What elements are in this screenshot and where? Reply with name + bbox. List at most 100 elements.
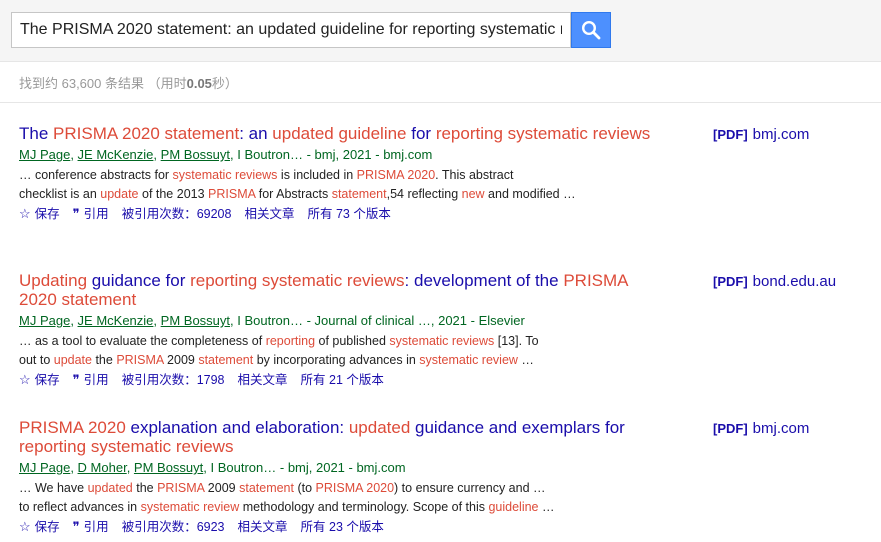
author-link[interactable]: JE McKenzie bbox=[78, 313, 154, 328]
author-link[interactable]: PM Bossuyt bbox=[161, 147, 230, 162]
snippet-text: and modified … bbox=[484, 187, 576, 201]
title-highlight: PRISMA bbox=[563, 271, 628, 290]
snippet-line: … We have updated the PRISMA 2009 statem… bbox=[19, 479, 619, 498]
search-header bbox=[0, 0, 881, 62]
snippet-text: ,54 reflecting bbox=[386, 187, 462, 201]
all-versions-link[interactable]: 所有 73 个版本 bbox=[307, 205, 390, 223]
author-link[interactable]: MJ Page bbox=[19, 313, 70, 328]
author-link[interactable]: MJ Page bbox=[19, 460, 70, 475]
search-result: The PRISMA 2020 statement: an updated gu… bbox=[19, 124, 869, 223]
author-link[interactable]: PM Bossuyt bbox=[134, 460, 203, 475]
cite-button[interactable]: ❞ 引用 bbox=[73, 518, 109, 536]
snippet-text: [13]. To bbox=[494, 334, 539, 348]
related-articles-link[interactable]: 相关文章 bbox=[244, 205, 294, 223]
snippet-text: out to bbox=[19, 353, 54, 367]
title-highlight: reporting systematic reviews bbox=[19, 437, 234, 456]
snippet-highlight: systematic review bbox=[140, 500, 240, 514]
publication-info: , I Boutron… - Journal of clinical …, 20… bbox=[230, 313, 525, 328]
snippet-text: . This abstract bbox=[435, 168, 514, 182]
title-text: guidance and exemplars for bbox=[410, 418, 625, 437]
author-link[interactable]: MJ Page bbox=[19, 147, 70, 162]
snippet-highlight: update bbox=[53, 353, 92, 367]
save-label: 保存 bbox=[34, 207, 60, 221]
snippet-highlight: updated bbox=[87, 481, 133, 495]
pdf-tag: [PDF] bbox=[713, 421, 748, 436]
search-input[interactable] bbox=[12, 13, 570, 47]
cite-button[interactable]: ❞ 引用 bbox=[73, 371, 109, 389]
search-box[interactable] bbox=[11, 12, 571, 48]
title-text: guidance for bbox=[87, 271, 191, 290]
save-button[interactable]: ☆ 保存 bbox=[19, 371, 60, 389]
cite-label: 引用 bbox=[83, 207, 109, 221]
cited-by-link[interactable]: 被引用次数：1798 bbox=[122, 371, 225, 389]
quote-icon: ❞ bbox=[72, 519, 80, 534]
result-actions: ☆ 保存 ❞ 引用 被引用次数：69208 相关文章 所有 73 个版本 bbox=[19, 205, 869, 223]
snippet-line: … conference abstracts for systematic re… bbox=[19, 166, 619, 185]
snippet-text: (to bbox=[293, 481, 316, 495]
snippet-highlight: PRISMA bbox=[208, 187, 256, 201]
title-highlight: updated bbox=[348, 418, 411, 437]
snippet-highlight: new bbox=[461, 187, 485, 201]
snippet-text: ) to ensure currency and … bbox=[394, 481, 546, 495]
snippet-text: methodology and terminology. Scope of th… bbox=[239, 500, 489, 514]
pdf-link[interactable]: [PDF] bmj.com bbox=[713, 420, 809, 437]
result-title-link[interactable]: The PRISMA 2020 statement: an updated gu… bbox=[19, 124, 659, 143]
divider bbox=[0, 102, 881, 103]
title-text: : development of the bbox=[404, 271, 564, 290]
title-text: explanation and elaboration: bbox=[125, 418, 349, 437]
save-button[interactable]: ☆ 保存 bbox=[19, 205, 60, 223]
snippet-highlight: statement bbox=[239, 481, 294, 495]
snippet-highlight: systematic review bbox=[419, 353, 518, 367]
all-versions-link[interactable]: 所有 21 个版本 bbox=[301, 371, 384, 389]
pdf-source: bond.edu.au bbox=[752, 273, 837, 290]
result-title-link[interactable]: PRISMA 2020 explanation and elaboration:… bbox=[19, 418, 659, 456]
cited-by-link[interactable]: 被引用次数：69208 bbox=[122, 205, 232, 223]
snippet-text: the bbox=[132, 481, 158, 495]
search-icon bbox=[581, 20, 601, 40]
pdf-tag: [PDF] bbox=[713, 274, 748, 289]
star-outline-icon: ☆ bbox=[19, 372, 31, 387]
snippet-text: checklist is an bbox=[19, 187, 101, 201]
snippet-highlight: statement bbox=[198, 353, 254, 367]
search-button[interactable] bbox=[571, 12, 611, 48]
snippet-text: for Abstracts bbox=[255, 187, 332, 201]
snippet-highlight: update bbox=[100, 187, 139, 201]
cited-by-link[interactable]: 被引用次数：6923 bbox=[122, 518, 225, 536]
star-outline-icon: ☆ bbox=[19, 519, 31, 534]
snippet-text: 2009 bbox=[204, 481, 240, 495]
snippet-highlight: PRISMA bbox=[157, 481, 205, 495]
snippet-line: checklist is an update of the 2013 PRISM… bbox=[19, 185, 619, 204]
snippet-text: … bbox=[538, 500, 555, 514]
snippet-text: is included in bbox=[277, 168, 357, 182]
stats-time: 0.05 bbox=[186, 76, 212, 91]
title-highlight: PRISMA 2020 statement bbox=[53, 124, 240, 143]
title-highlight: reporting systematic bbox=[435, 124, 588, 143]
snippet-line: … as a tool to evaluate the completeness… bbox=[19, 332, 619, 351]
author-link[interactable]: JE McKenzie bbox=[78, 147, 154, 162]
quote-icon: ❞ bbox=[72, 206, 80, 221]
related-articles-link[interactable]: 相关文章 bbox=[238, 518, 288, 536]
star-outline-icon: ☆ bbox=[19, 206, 31, 221]
snippet-line: to reflect advances in systematic review… bbox=[19, 498, 619, 517]
related-articles-link[interactable]: 相关文章 bbox=[238, 371, 288, 389]
title-text: for bbox=[406, 124, 436, 143]
title-highlight: Updating bbox=[19, 271, 88, 290]
search-result: PRISMA 2020 explanation and elaboration:… bbox=[19, 418, 869, 536]
title-highlight: reviews bbox=[592, 124, 651, 143]
title-text: : an bbox=[239, 124, 273, 143]
stats-suffix: 秒） bbox=[211, 76, 238, 91]
author-link[interactable]: PM Bossuyt bbox=[161, 313, 230, 328]
save-button[interactable]: ☆ 保存 bbox=[19, 518, 60, 536]
cite-button[interactable]: ❞ 引用 bbox=[73, 205, 109, 223]
save-label: 保存 bbox=[34, 520, 60, 534]
result-title-link[interactable]: Updating guidance for reporting systemat… bbox=[19, 271, 659, 309]
snippet-text: to reflect advances in bbox=[19, 500, 141, 514]
pdf-link[interactable]: [PDF] bond.edu.au bbox=[713, 273, 836, 290]
all-versions-link[interactable]: 所有 23 个版本 bbox=[301, 518, 384, 536]
snippet-text: … We have bbox=[19, 481, 88, 495]
author-link[interactable]: D Moher bbox=[78, 460, 127, 475]
pdf-link[interactable]: [PDF] bmj.com bbox=[713, 126, 809, 143]
pdf-tag: [PDF] bbox=[713, 127, 748, 142]
stats-prefix: 找到约 63,600 条结果 （用时 bbox=[19, 76, 187, 91]
snippet-highlight: systematic reviews bbox=[389, 334, 495, 348]
